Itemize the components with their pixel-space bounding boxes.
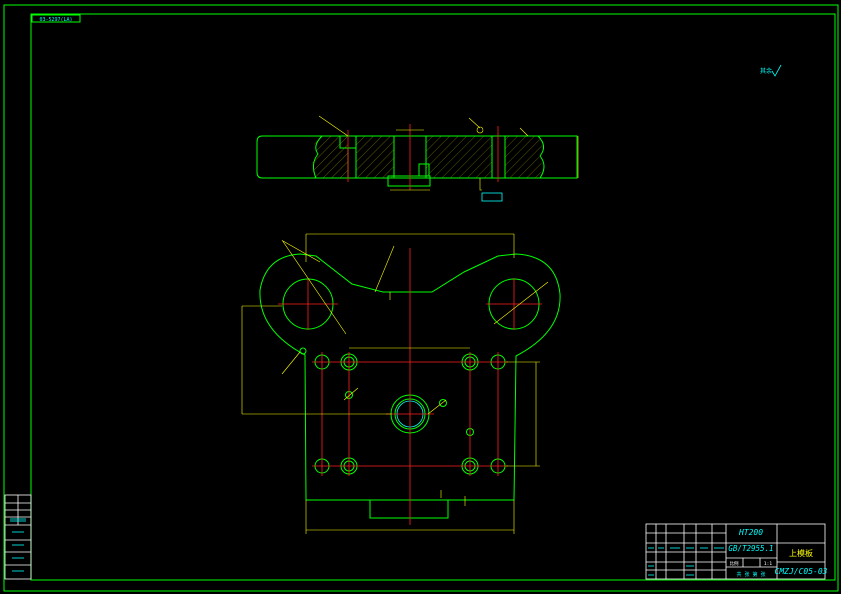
scale-label: 比例	[730, 560, 739, 567]
material-text: HT200	[738, 528, 763, 537]
cad-drawing-sheet: 03-5297(LA) 其余 HT200 GB/T2955.1 上模板 CMZJ…	[3, 4, 839, 592]
scale-value: 1:1	[764, 561, 772, 567]
corner-code-text: 03-5297(LA)	[39, 17, 72, 23]
outer-border	[3, 4, 839, 592]
plan-view	[241, 233, 561, 534]
left-revision-table	[4, 494, 32, 580]
roughness-note-text: 其余	[760, 67, 772, 75]
plan-center-lines	[278, 248, 542, 525]
bolt-holes	[299, 347, 506, 475]
sheet-count-text: 共 张 第 张	[736, 571, 765, 578]
corner-code-box: 03-5297(LA)	[31, 14, 81, 23]
plan-dimensions	[241, 233, 549, 534]
standard-text: GB/T2955.1	[728, 544, 773, 553]
part-name-text: 上模板	[789, 548, 813, 558]
roughness-note: 其余	[760, 64, 782, 77]
inner-frame	[30, 13, 836, 581]
section-view	[256, 115, 579, 202]
drawing-number-text: CMZJ/C05-03	[775, 567, 828, 576]
title-block: HT200 GB/T2955.1 上模板 CMZJ/C05-03 比例 1:1 …	[645, 523, 828, 580]
bottom-notch	[369, 500, 449, 519]
